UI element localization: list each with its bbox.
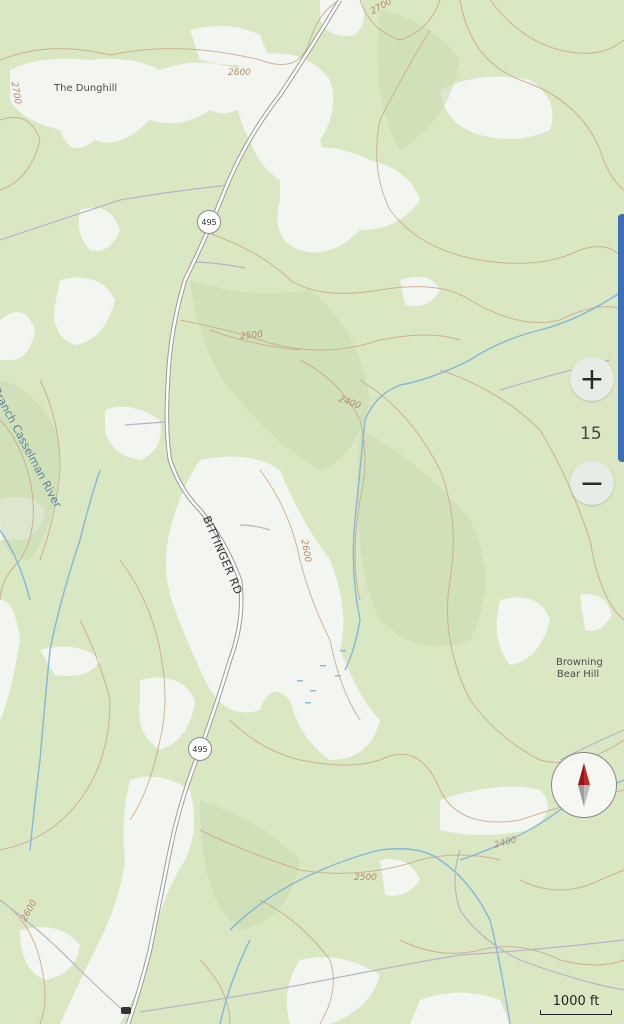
compass-button[interactable] (551, 752, 617, 818)
map-canvas[interactable] (0, 0, 624, 1024)
contour-label: 2500 (354, 873, 377, 883)
scale-bar: 1000 ft (540, 994, 612, 1015)
contour-label: 2600 (228, 68, 251, 78)
zoom-level-indicator: 15 (580, 424, 602, 444)
place-label-browning-bear-hill-1: Browning (556, 657, 603, 668)
route-shield-495: 495 (188, 737, 212, 761)
compass-icon (578, 763, 590, 807)
map-marker-icon (121, 1007, 131, 1014)
route-shield-495: 495 (197, 210, 221, 234)
zoom-out-button[interactable]: − (570, 461, 614, 505)
place-label-dunghill: The Dunghill (54, 83, 118, 94)
scale-bar-line (540, 1010, 612, 1015)
zoom-in-button[interactable]: + (570, 357, 614, 401)
place-label-browning-bear-hill-2: Bear Hill (556, 669, 600, 680)
scale-label: 1000 ft (552, 994, 600, 1009)
side-panel-handle[interactable] (618, 214, 624, 462)
contour-label: 2500 (239, 330, 264, 342)
